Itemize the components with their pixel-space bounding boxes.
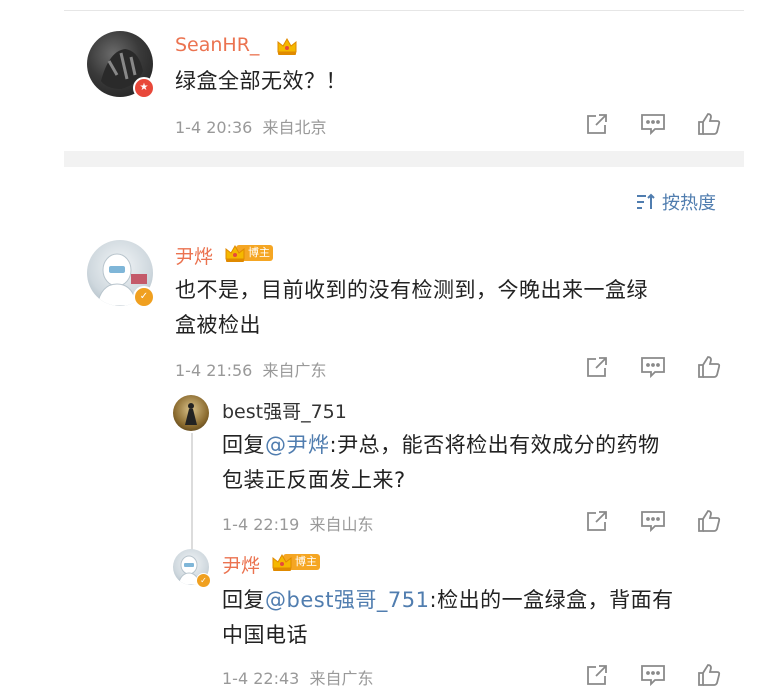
- like-icon[interactable]: [694, 506, 724, 536]
- crown-icon: [272, 553, 292, 571]
- mention-link[interactable]: @尹烨: [265, 433, 330, 457]
- comment-actions: [582, 352, 724, 382]
- comment-icon[interactable]: [638, 660, 668, 690]
- thread-line: [191, 433, 193, 550]
- like-icon[interactable]: [694, 109, 724, 139]
- verified-badge-icon: ✓: [133, 286, 155, 308]
- comment-location: 来自北京: [262, 118, 327, 137]
- reply-text-rest: :检出的一盒绿盒，背面有: [429, 588, 674, 612]
- comment-username[interactable]: SeanHR_: [175, 34, 259, 56]
- reply-text-line: 中国电话: [222, 623, 308, 647]
- reply-prefix: 回复: [222, 588, 265, 612]
- verified-badge-icon: ✓: [196, 573, 211, 588]
- reply-location: 来自山东: [309, 515, 374, 534]
- comment-icon[interactable]: [638, 109, 668, 139]
- share-icon[interactable]: [582, 352, 612, 382]
- top-divider: [64, 10, 744, 11]
- share-icon[interactable]: [582, 506, 612, 536]
- like-icon[interactable]: [694, 660, 724, 690]
- sort-icon: [637, 193, 655, 209]
- share-icon[interactable]: [582, 109, 612, 139]
- avatar[interactable]: [173, 395, 209, 431]
- blogger-tag: 博主: [224, 244, 273, 262]
- comment-username[interactable]: 尹烨: [175, 242, 213, 269]
- reply-actions: [582, 660, 724, 690]
- comment-icon[interactable]: [638, 352, 668, 382]
- blogger-tag: 博主: [271, 553, 320, 571]
- sort-by-hot-button[interactable]: 按热度: [636, 189, 716, 215]
- reply-prefix: 回复: [222, 433, 265, 457]
- mention-link[interactable]: @best强哥_751: [265, 588, 430, 612]
- reply-time: 1-4 22:19: [222, 515, 300, 534]
- reply-text: 回复@best强哥_751:检出的一盒绿盒，背面有 中国电话: [222, 583, 732, 653]
- comment-meta: 1-4 21:56 来自广东: [175, 357, 327, 381]
- comment-actions: [582, 109, 724, 139]
- comment-location: 来自广东: [262, 361, 327, 380]
- reply-username[interactable]: best强哥_751: [222, 397, 347, 424]
- reply-actions: [582, 506, 724, 536]
- share-icon[interactable]: [582, 660, 612, 690]
- comment-text-line: 也不是，目前收到的没有检测到，今晚出来一盒绿: [175, 278, 648, 302]
- reply-text-line: 包装正反面发上来?: [222, 468, 406, 492]
- reply-text-rest: :尹总，能否将检出有效成分的药物: [329, 433, 660, 457]
- comment-icon[interactable]: [638, 506, 668, 536]
- reply-username[interactable]: 尹烨: [222, 551, 260, 578]
- reply-location: 来自广东: [309, 669, 374, 688]
- reply-text: 回复@尹烨:尹总，能否将检出有效成分的药物 包装正反面发上来?: [222, 428, 732, 498]
- like-icon[interactable]: [694, 352, 724, 382]
- reply-time: 1-4 22:43: [222, 669, 300, 688]
- reply-meta: 1-4 22:19 来自山东: [222, 511, 374, 535]
- comment-text: 绿盒全部无效？！: [175, 69, 347, 93]
- crown-icon: [277, 37, 297, 55]
- crown-icon: [225, 244, 245, 262]
- comment-text: 也不是，目前收到的没有检测到，今晚出来一盒绿 盒被检出: [175, 273, 735, 343]
- reply-meta: 1-4 22:43 来自广东: [222, 665, 374, 689]
- verified-badge-icon: ★: [133, 77, 155, 99]
- sort-label: 按热度: [662, 193, 716, 214]
- comment-time: 1-4 21:56: [175, 361, 253, 380]
- section-divider: [64, 151, 744, 167]
- comment-meta: 1-4 20:36 来自北京: [175, 114, 327, 138]
- comment-time: 1-4 20:36: [175, 118, 253, 137]
- comment-text-line: 盒被检出: [175, 313, 261, 337]
